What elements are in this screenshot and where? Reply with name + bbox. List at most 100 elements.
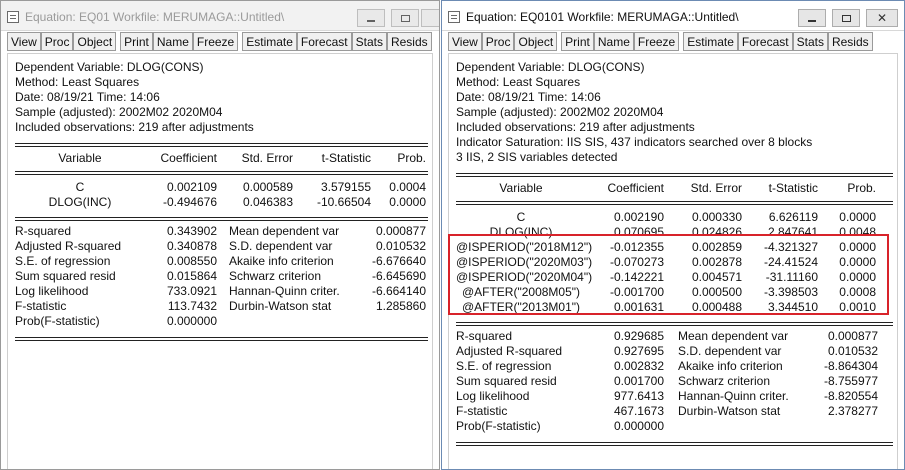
stat-value: 0.927695 (613, 344, 664, 358)
prob: 0.0008 (839, 285, 876, 299)
stat-value: -8.820554 (823, 389, 878, 403)
object-button[interactable]: Object (73, 32, 117, 51)
minimize-icon (808, 20, 816, 22)
view-button[interactable]: View (7, 32, 41, 51)
view-button[interactable]: View (448, 32, 482, 51)
variable-name: DLOG(INC) (489, 225, 553, 239)
stat-value: 2.378277 (827, 404, 878, 418)
col-variable: Variable (58, 151, 102, 165)
title-bar[interactable]: Equation: EQ0101 Workfile: MERUMAGA::Unt… (442, 1, 904, 31)
stat-value: 1.285860 (375, 299, 426, 313)
close-button[interactable]: ✕ (866, 9, 898, 27)
resids-button[interactable]: Resids (827, 32, 873, 51)
forecast-button[interactable]: Forecast (296, 32, 352, 51)
stat-value: 0.015864 (166, 269, 217, 283)
std-error: 0.000488 (691, 300, 742, 314)
stat-value: 0.001700 (613, 374, 664, 388)
stat-row: Sum squared resid 0.015864 Schwarz criteri… (15, 269, 432, 284)
resids-button[interactable]: Resids (386, 32, 432, 51)
stat-value: 977.6413 (613, 389, 664, 403)
observations: Included observations: 219 after adjustm… (456, 120, 695, 134)
table-rule (456, 442, 893, 446)
equation-window-eq0101[interactable]: Equation: EQ0101 Workfile: MERUMAGA::Unt… (441, 0, 905, 470)
col-coefficient: Coefficient (160, 151, 217, 165)
stat-value: -6.645690 (371, 269, 426, 283)
table-row: DLOG(INC) -0.494676 0.046383 -10.66504 0… (15, 195, 432, 210)
close-icon: ✕ (876, 11, 888, 25)
variable-name: C (75, 180, 85, 194)
stat-row: S.E. of regression 0.008550 Akaike info cr… (15, 254, 432, 269)
table-row: DLOG(INC) 0.070695 0.024826 2.847641 0.0048 (456, 225, 897, 240)
variable-name: C (516, 210, 526, 224)
estimate-button[interactable]: Estimate (683, 32, 738, 51)
stat-label: F-statistic (15, 299, 67, 313)
prob: 0.0000 (839, 210, 876, 224)
title-bar[interactable]: Equation: EQ01 Workfile: MERUMAGA::Untit… (1, 1, 439, 31)
maximize-button[interactable] (391, 9, 419, 27)
stat-label: R-squared (456, 329, 513, 343)
window-title: Equation: EQ01 Workfile: MERUMAGA::Untit… (25, 10, 285, 24)
t-statistic: -24.41524 (763, 255, 818, 269)
stat-value: 0.343902 (166, 224, 217, 238)
coefficient-table: C 0.002190 0.000330 6.626119 0.0000 DLOG(INC)… (456, 210, 897, 315)
prob: 0.0000 (839, 240, 876, 254)
t-statistic: -3.398503 (763, 285, 818, 299)
object-button[interactable]: Object (514, 32, 558, 51)
forecast-button[interactable]: Forecast (737, 32, 793, 51)
stat-label: S.E. of regression (456, 359, 552, 373)
stat-value: 467.1673 (613, 404, 664, 418)
stat-value: 0.340878 (166, 239, 217, 253)
table-rule (456, 322, 893, 326)
estimate-button[interactable]: Estimate (242, 32, 297, 51)
prob: 0.0010 (839, 300, 876, 314)
stat-value: 0.000000 (166, 314, 217, 328)
table-rule (15, 337, 428, 341)
column-header-row: Variable Coefficient Std. Error t-Statis… (15, 151, 432, 166)
col-prob: Prob. (847, 181, 876, 195)
col-variable: Variable (499, 181, 543, 195)
stat-value: 0.002832 (613, 359, 664, 373)
close-button[interactable] (421, 9, 439, 27)
col-std-error: Std. Error (241, 151, 293, 165)
stats-button[interactable]: Stats (792, 32, 828, 51)
coefficient: -0.070273 (609, 255, 664, 269)
table-rule (15, 217, 428, 221)
freeze-button[interactable]: Freeze (633, 32, 680, 51)
coefficient: 0.002109 (166, 180, 217, 194)
stat-label: S.E. of regression (15, 254, 111, 268)
window-icon (7, 11, 19, 23)
stats-button[interactable]: Stats (351, 32, 387, 51)
stat-label: Log likelihood (15, 284, 89, 298)
stat-value: 0.008550 (166, 254, 217, 268)
stat-value: 0.010532 (827, 344, 878, 358)
col-t-stat: t-Statistic (321, 151, 371, 165)
print-button[interactable]: Print (561, 32, 594, 51)
stat-value: 0.000877 (827, 329, 878, 343)
method: Method: Least Squares (15, 75, 140, 89)
std-error: 0.002859 (691, 240, 742, 254)
stat-row: S.E. of regression 0.002832 Akaike info cr… (456, 359, 897, 374)
table-row: C 0.002190 0.000330 6.626119 0.0000 (456, 210, 897, 225)
table-rule (456, 201, 893, 205)
stat-value: -6.664140 (371, 284, 426, 298)
stat-row: R-squared 0.343902 Mean dependent var 0.000… (15, 224, 432, 239)
stat-row: Prob(F-statistic) 0.000000 (15, 314, 432, 329)
name-button[interactable]: Name (593, 32, 634, 51)
proc-button[interactable]: Proc (40, 32, 74, 51)
table-row: @ISPERIOD("2018M12") -0.012355 0.002859 -4.… (456, 240, 897, 255)
sample: Sample (adjusted): 2002M02 2020M04 (15, 105, 223, 119)
print-button[interactable]: Print (120, 32, 153, 51)
stat-label: Prob(F-statistic) (15, 314, 100, 328)
minimize-button[interactable] (798, 9, 826, 27)
minimize-button[interactable] (357, 9, 385, 27)
proc-button[interactable]: Proc (481, 32, 515, 51)
stat-value: 733.0921 (166, 284, 217, 298)
output-pane: Dependent Variable: DLOG(CONS) Method: L… (7, 53, 433, 469)
freeze-button[interactable]: Freeze (192, 32, 239, 51)
summary-stats: R-squared 0.343902 Mean dependent var 0.000… (15, 224, 432, 329)
stat-row: Adjusted R-squared 0.340878 S.D. dependent… (15, 239, 432, 254)
equation-window-eq01[interactable]: Equation: EQ01 Workfile: MERUMAGA::Untit… (0, 0, 440, 470)
maximize-button[interactable] (832, 9, 860, 27)
variable-name: @ISPERIOD("2020M04") (456, 270, 593, 284)
name-button[interactable]: Name (152, 32, 193, 51)
